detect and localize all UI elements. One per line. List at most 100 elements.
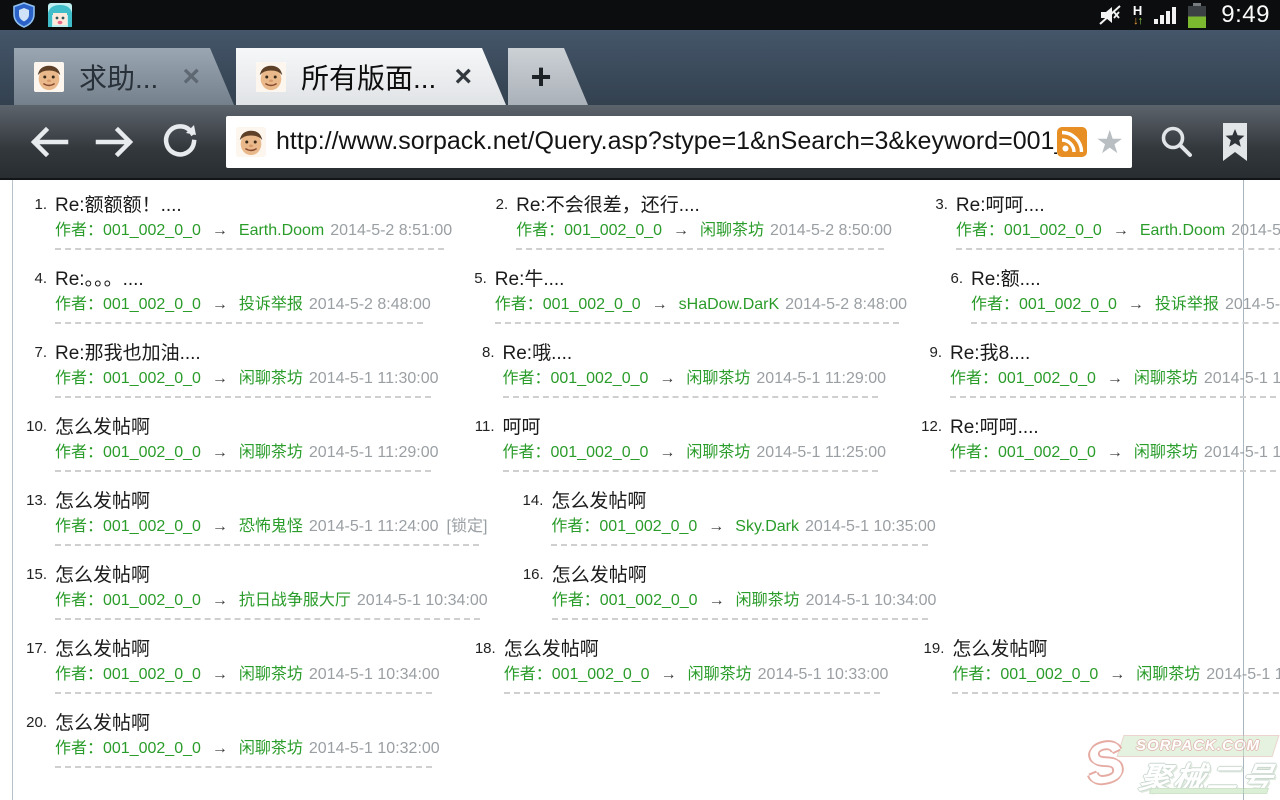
author-link[interactable]: 作者：001_002_0_0 [55,592,201,609]
author-link[interactable]: 作者：001_002_0_0 [516,222,662,239]
forum-link[interactable]: 投诉举报 [1155,296,1219,313]
result-title-link[interactable]: Re:不会很差，还行.... [516,193,892,219]
author-link[interactable]: 作者：001_002_0_0 [504,666,650,683]
author-link[interactable]: 作者：001_002_0_0 [952,666,1098,683]
result-title-link[interactable]: 怎么发帖啊 [504,637,889,663]
result-title-link[interactable]: 怎么发帖啊 [55,563,488,589]
forum-link[interactable]: 闲聊茶坊 [700,222,764,239]
author-link[interactable]: 作者：001_002_0_0 [55,518,201,535]
forum-link[interactable]: 抗日战争服大厅 [239,592,351,609]
tab-help[interactable]: 求助... × [14,48,234,105]
result-title-link[interactable]: Re:我8.... [950,341,1280,367]
forum-link[interactable]: 闲聊茶坊 [239,666,303,683]
result-number: 2. [478,193,508,250]
forward-button[interactable] [94,125,136,159]
author-link[interactable]: 作者：001_002_0_0 [950,370,1096,387]
arrow-separator: → [212,740,228,757]
author-link[interactable]: 作者：001_002_0_0 [55,666,201,683]
author-link[interactable]: 作者：001_002_0_0 [495,296,641,313]
search-button[interactable] [1158,124,1194,160]
result-title-link[interactable]: 怎么发帖啊 [551,489,935,515]
forum-link[interactable]: 闲聊茶坊 [1134,444,1198,461]
result-meta: 作者：001_002_0_0→恐怖鬼怪2014-5-1 11:24:00[锁定] [55,515,487,539]
result-title-link[interactable]: 怎么发帖啊 [55,489,487,515]
result-number: 3. [918,193,948,250]
dashed-divider [950,470,1280,472]
result-meta: 作者：001_002_0_0→闲聊茶坊2014-5-1 11:30:00 [55,367,439,391]
search-result-item: 1. Re:额额额！.... 作者：001_002_0_0→Earth.Doom… [17,193,452,250]
result-title-link[interactable]: 怎么发帖啊 [552,563,937,589]
dashed-divider [55,618,480,620]
author-link[interactable]: 作者：001_002_0_0 [55,370,201,387]
author-link[interactable]: 作者：001_002_0_0 [552,592,698,609]
close-tab-icon[interactable]: × [182,60,200,94]
post-datetime: 2014-5-1 10:34:00 [309,666,440,683]
forum-link[interactable]: 投诉举报 [239,296,303,313]
forum-link[interactable]: Earth.Doom [239,222,324,239]
author-link[interactable]: 作者：001_002_0_0 [55,444,201,461]
url-field[interactable]: http://www.sorpack.net/Query.asp?stype=1… [226,116,1132,168]
dashed-divider [55,322,423,324]
search-result-item: 8. Re:哦.... 作者：001_002_0_0→闲聊茶坊2014-5-1 … [465,341,887,398]
bookmark-star-icon[interactable]: ★ [1095,127,1124,157]
forum-link[interactable]: 闲聊茶坊 [688,666,752,683]
result-meta: 作者：001_002_0_0→闲聊茶坊2014-5-1 10:33:00 [952,663,1280,687]
author-link[interactable]: 作者：001_002_0_0 [55,296,201,313]
forum-link[interactable]: Earth.Doom [1140,222,1225,239]
result-title-link[interactable]: Re:呵呵.... [950,415,1280,441]
refresh-button[interactable] [160,123,200,161]
forum-link[interactable]: 闲聊茶坊 [1134,370,1198,387]
arrow-separator: → [212,592,228,609]
result-title-link[interactable]: 怎么发帖啊 [55,711,440,737]
result-number: 4. [17,267,47,324]
forum-link[interactable]: 闲聊茶坊 [736,592,800,609]
forum-link[interactable]: 闲聊茶坊 [239,740,303,757]
result-meta: 作者：001_002_0_0→闲聊茶坊2014-5-1 11:24:00 [950,441,1280,465]
result-title-link[interactable]: Re:那我也加油.... [55,341,439,367]
result-title-link[interactable]: Re:额额额！.... [55,193,452,219]
rss-icon[interactable] [1057,127,1087,157]
author-link[interactable]: 作者：001_002_0_0 [551,518,697,535]
author-link[interactable]: 作者：001_002_0_0 [55,222,201,239]
new-tab-button[interactable]: + [508,48,588,105]
tab-all-boards[interactable]: 所有版面... × [236,48,506,105]
back-button[interactable] [28,125,70,159]
result-title-link[interactable]: Re:。。。.... [55,267,431,293]
dashed-divider [55,470,431,472]
post-datetime: 2014-5-1 11:25:00 [756,444,886,461]
close-tab-icon[interactable]: × [454,60,472,94]
forum-link[interactable]: 恐怖鬼怪 [239,518,303,535]
forum-link[interactable]: 闲聊茶坊 [686,370,750,387]
author-link[interactable]: 作者：001_002_0_0 [503,370,649,387]
result-title-link[interactable]: 呵呵 [503,415,887,441]
result-title-link[interactable]: Re:额.... [971,267,1280,293]
result-meta: 作者：001_002_0_0→闲聊茶坊2014-5-1 11:29:00 [950,367,1280,391]
author-link[interactable]: 作者：001_002_0_0 [971,296,1117,313]
author-link[interactable]: 作者：001_002_0_0 [950,444,1096,461]
arrow-separator: → [659,444,675,461]
result-title-link[interactable]: Re:哦.... [503,341,887,367]
author-link[interactable]: 作者：001_002_0_0 [956,222,1102,239]
forum-link[interactable]: 闲聊茶坊 [1136,666,1200,683]
navigation-bar: http://www.sorpack.net/Query.asp?stype=1… [0,105,1280,180]
forum-link[interactable]: 闲聊茶坊 [239,370,303,387]
result-title-link[interactable]: Re:牛.... [495,267,907,293]
forum-link[interactable]: sHaDow.DarK [679,296,779,313]
bookmarks-button[interactable] [1218,121,1252,163]
author-link[interactable]: 作者：001_002_0_0 [503,444,649,461]
forum-link[interactable]: 闲聊茶坊 [239,444,303,461]
post-datetime: 2014-5-1 11:29:00 [1204,370,1280,387]
result-title-link[interactable]: 怎么发帖啊 [55,415,439,441]
result-title-link[interactable]: 怎么发帖啊 [952,637,1280,663]
author-link[interactable]: 作者：001_002_0_0 [55,740,201,757]
forum-link[interactable]: 闲聊茶坊 [686,444,750,461]
dashed-divider [503,396,879,398]
dashed-divider [503,470,879,472]
result-title-link[interactable]: 怎么发帖啊 [55,637,440,663]
arrow-separator: → [212,666,228,683]
forum-link[interactable]: Sky.Dark [735,518,799,535]
result-title-link[interactable]: Re:呵呵.... [956,193,1280,219]
post-datetime: 2014-5-1 11:29:00 [756,370,886,387]
post-datetime: 2014-5-1 11:24:00 [309,518,439,535]
result-meta: 作者：001_002_0_0→抗日战争服大厅2014-5-1 10:34:00 [55,589,488,613]
